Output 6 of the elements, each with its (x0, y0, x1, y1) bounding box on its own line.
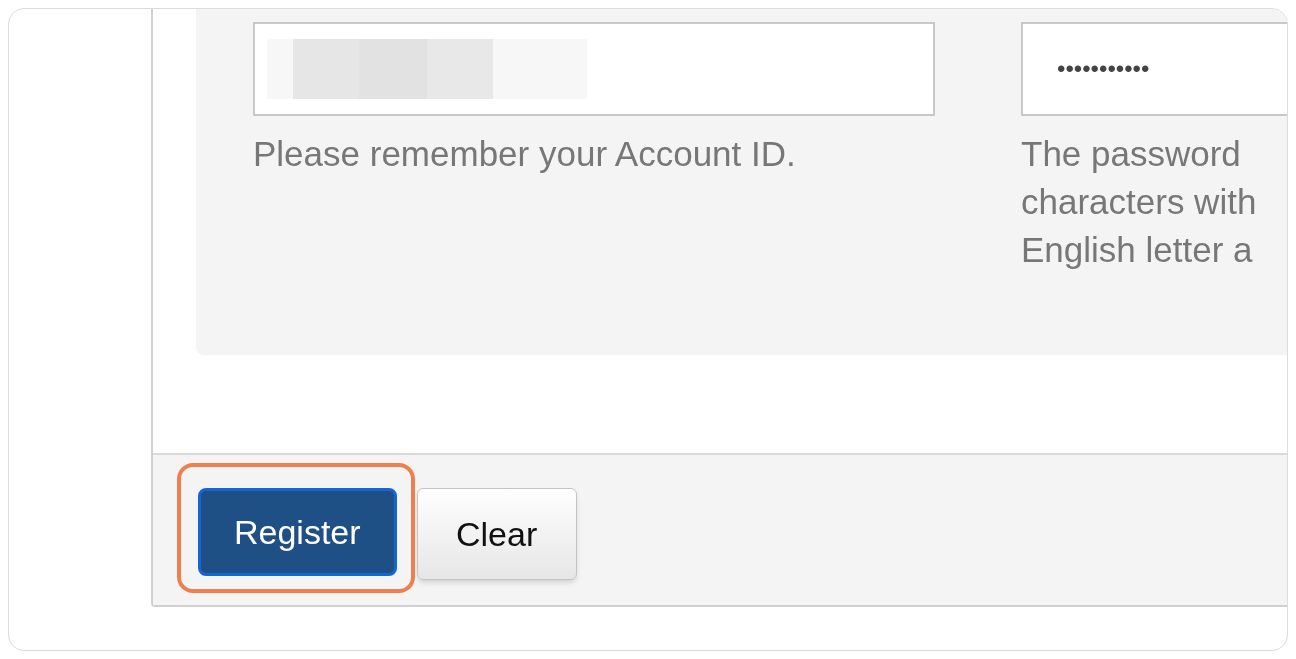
clear-button[interactable]: Clear (416, 488, 577, 580)
account-id-field[interactable] (253, 22, 935, 116)
help-text: The password characters with English letter a (1021, 133, 1258, 271)
register-button[interactable]: Register (198, 488, 397, 576)
password-field[interactable]: ••••••••••• (1021, 22, 1287, 116)
help-text: Please remember your Account ID. (253, 133, 797, 175)
